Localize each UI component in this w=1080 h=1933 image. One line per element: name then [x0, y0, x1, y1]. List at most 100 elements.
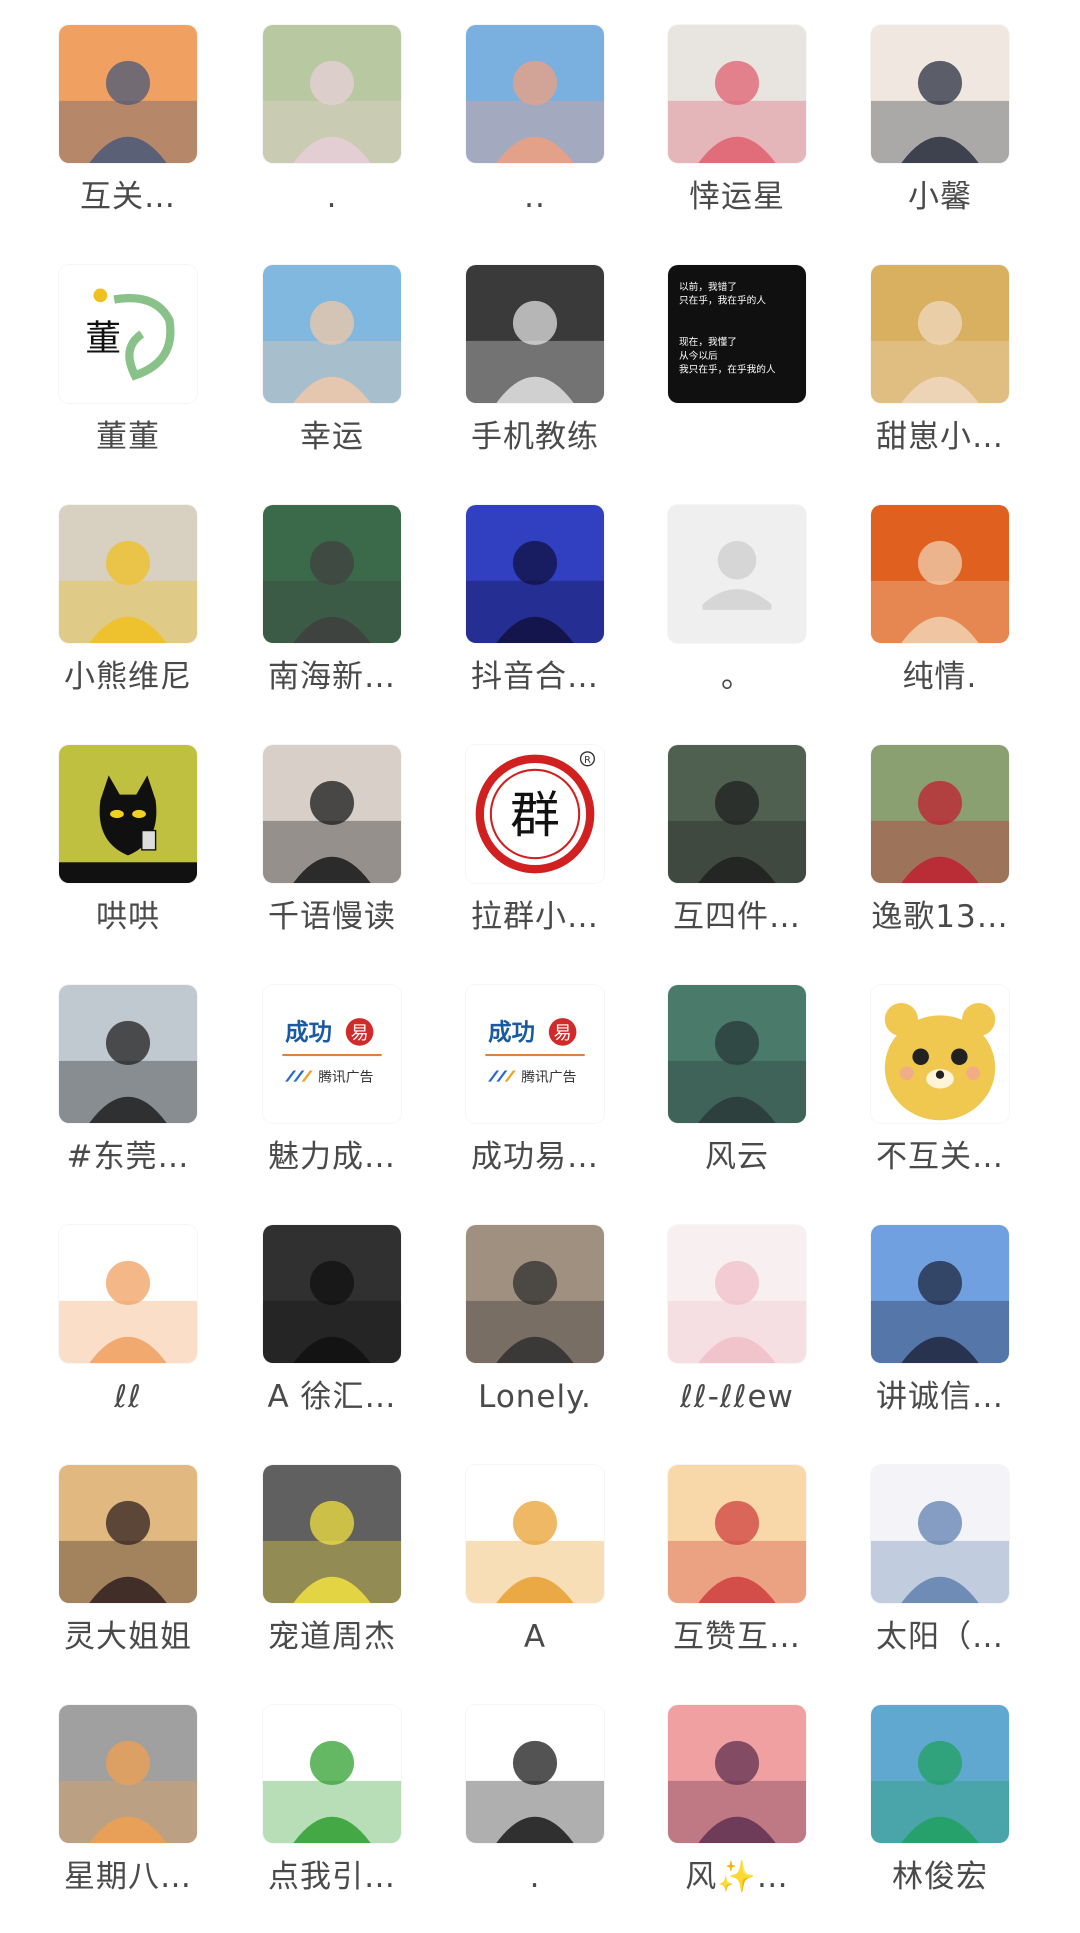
baby-pink-avatar[interactable]: [668, 1225, 806, 1363]
contact-item[interactable]: 互赞互…: [635, 1465, 839, 1665]
svg-text:易: 易: [554, 1023, 572, 1044]
girl-grass-avatar[interactable]: [263, 25, 401, 163]
contact-name: 风✨…: [685, 1859, 789, 1895]
sunflower-girl-avatar[interactable]: [59, 505, 197, 643]
contact-item[interactable]: 讲诚信…: [838, 1225, 1042, 1425]
man-dog-avatar[interactable]: [263, 1465, 401, 1603]
cartoon-cat-avatar[interactable]: [59, 1225, 197, 1363]
contact-item[interactable]: .: [230, 25, 434, 225]
contact-name: 互四件…: [673, 899, 801, 935]
contact-item[interactable]: 风云: [635, 985, 839, 1185]
contact-item[interactable]: 风✨…: [635, 1705, 839, 1905]
corgi-dog-avatar[interactable]: [59, 1705, 197, 1843]
contact-item[interactable]: 小熊维尼: [26, 505, 230, 705]
group-stamp-avatar[interactable]: 群 R: [466, 745, 604, 883]
contact-item[interactable]: 点我引…: [230, 1705, 434, 1905]
sunset-kids-avatar[interactable]: [668, 1705, 806, 1843]
blonde-girl-avatar[interactable]: [871, 265, 1009, 403]
woman-mall-avatar[interactable]: [59, 985, 197, 1123]
contact-item[interactable]: #东莞…: [26, 985, 230, 1185]
dragon-avatar[interactable]: [871, 1705, 1009, 1843]
contact-name: 小馨: [908, 179, 972, 215]
contact-item[interactable]: 哄哄: [26, 745, 230, 945]
svg-text:R: R: [584, 755, 591, 766]
contact-item[interactable]: 林俊宏: [838, 1705, 1042, 1905]
contact-item[interactable]: 悻运星: [635, 25, 839, 225]
black-cat-avatar[interactable]: [59, 745, 197, 883]
contact-item[interactable]: 手机教练: [433, 265, 637, 465]
contact-grid: 互关… . .. 悻运星 小馨 董 董董 幸运 手机教练 以前，我错了 只在乎，…: [0, 0, 1080, 1933]
anime-woman-avatar[interactable]: [466, 1705, 604, 1843]
cartoon-family-avatar[interactable]: [668, 1465, 806, 1603]
contact-name: 悻运星: [689, 179, 785, 215]
text-quote-avatar[interactable]: 以前，我错了 只在乎，我在乎的人 现在，我懂了 从今以后 我只在乎，在乎我的人: [668, 265, 806, 403]
contact-item[interactable]: 群 R 拉群小…: [433, 745, 637, 945]
contact-item[interactable]: 互四件…: [635, 745, 839, 945]
contact-item[interactable]: .: [433, 1705, 637, 1905]
svg-text:易: 易: [351, 1023, 369, 1044]
contact-item[interactable]: 幸运: [230, 265, 434, 465]
bridge-water-avatar[interactable]: [668, 985, 806, 1123]
sketch-girl-avatar[interactable]: [871, 1465, 1009, 1603]
contact-item[interactable]: 。: [635, 505, 839, 705]
svg-text:以前，我错了: 以前，我错了: [679, 281, 737, 293]
tencent-ad-logo[interactable]: 成功 易 腾讯广告: [263, 985, 401, 1123]
calligraphy-avatar[interactable]: 董: [59, 265, 197, 403]
contact-name: 太阳（…: [876, 1619, 1004, 1655]
woman-portrait-avatar[interactable]: [263, 745, 401, 883]
cartoon-girl-avatar[interactable]: [263, 265, 401, 403]
contact-item[interactable]: A: [433, 1465, 637, 1665]
contact-name: 幸运: [300, 419, 364, 455]
contact-item[interactable]: 小馨: [838, 25, 1042, 225]
contact-item[interactable]: ℓℓ: [26, 1225, 230, 1425]
contact-name: 互赞互…: [673, 1619, 801, 1655]
contact-item[interactable]: ..: [433, 25, 637, 225]
woman-sunset-avatar[interactable]: [59, 1465, 197, 1603]
contact-item[interactable]: 太阳（…: [838, 1465, 1042, 1665]
green-plant-avatar[interactable]: [263, 1705, 401, 1843]
contact-name: 灵大姐姐: [64, 1619, 192, 1655]
svg-text:只在乎，我在乎的人: 只在乎，我在乎的人: [679, 295, 766, 307]
woman-traditional-avatar[interactable]: [871, 745, 1009, 883]
tencent-ad-logo[interactable]: 成功 易 腾讯广告: [466, 985, 604, 1123]
contact-name: 哄哄: [96, 899, 160, 935]
contact-name: 宠道周杰: [268, 1619, 396, 1655]
contact-item[interactable]: Lonely.: [433, 1225, 637, 1425]
contact-name: 拉群小…: [471, 899, 599, 935]
contact-item[interactable]: 成功 易 腾讯广告 成功易…: [433, 985, 637, 1185]
contact-item[interactable]: ℓℓ-ℓℓew: [635, 1225, 839, 1425]
contact-item[interactable]: 不互关…: [838, 985, 1042, 1185]
contact-item[interactable]: 宠道周杰: [230, 1465, 434, 1665]
contact-name: 甜崽小…: [876, 419, 1004, 455]
two-women-photo-avatar[interactable]: [466, 265, 604, 403]
cartoon-doll-avatar[interactable]: [668, 25, 806, 163]
boy-car-avatar[interactable]: [466, 1225, 604, 1363]
contact-item[interactable]: 星期八…: [26, 1705, 230, 1905]
contact-item[interactable]: 抖音合…: [433, 505, 637, 705]
anime-boy-avatar[interactable]: [466, 25, 604, 163]
boy-portrait-avatar[interactable]: [668, 745, 806, 883]
contact-name: 南海新…: [268, 659, 396, 695]
contact-item[interactable]: 董 董董: [26, 265, 230, 465]
shadow-silhouette-avatar[interactable]: [466, 505, 604, 643]
kid-hood-avatar[interactable]: [871, 505, 1009, 643]
default-user-avatar[interactable]: [668, 505, 806, 643]
contact-item[interactable]: 灵大姐姐: [26, 1465, 230, 1665]
contact-item[interactable]: 千语慢读: [230, 745, 434, 945]
contact-item[interactable]: 以前，我错了 只在乎，我在乎的人 现在，我懂了 从今以后 我只在乎，在乎我的人: [635, 265, 839, 465]
contact-item[interactable]: A 徐汇…: [230, 1225, 434, 1425]
contact-item[interactable]: 甜崽小…: [838, 265, 1042, 465]
sky-silhouette-avatar[interactable]: [871, 1225, 1009, 1363]
contact-name: .: [326, 179, 338, 215]
cartoon-pirate-avatar[interactable]: [466, 1465, 604, 1603]
contact-item[interactable]: 纯情.: [838, 505, 1042, 705]
girl-bicycle-avatar[interactable]: [263, 505, 401, 643]
contact-item[interactable]: 逸歌13…: [838, 745, 1042, 945]
contact-item[interactable]: 南海新…: [230, 505, 434, 705]
man-suit-avatar[interactable]: [263, 1225, 401, 1363]
contact-item[interactable]: 互关…: [26, 25, 230, 225]
sunset-man-avatar[interactable]: [59, 25, 197, 163]
cartoon-bear-avatar[interactable]: [871, 985, 1009, 1123]
contact-item[interactable]: 成功 易 腾讯广告 魅力成…: [230, 985, 434, 1185]
woman-selfie-avatar[interactable]: [871, 25, 1009, 163]
